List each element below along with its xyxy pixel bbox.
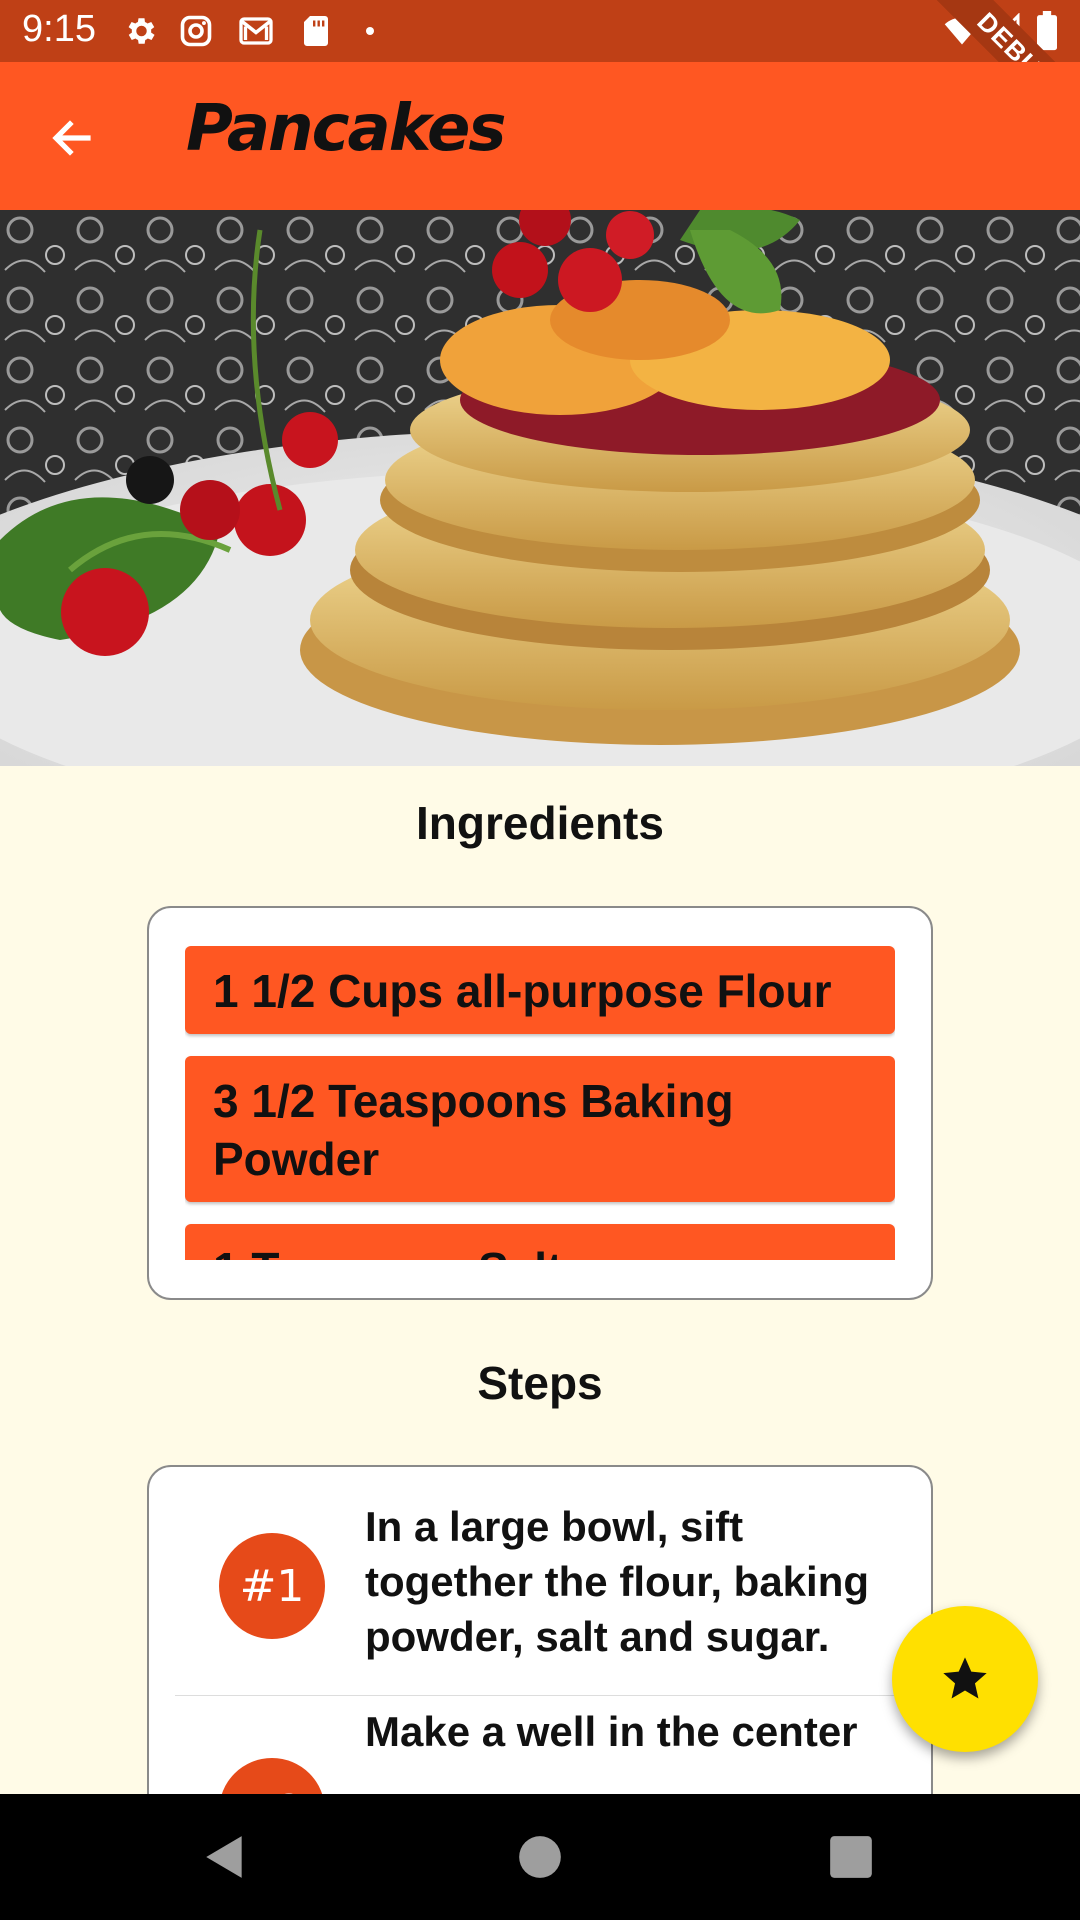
status-bar: 9:15 DEBUG bbox=[0, 0, 1080, 155]
gear-icon bbox=[128, 18, 155, 44]
recents-square-icon[interactable] bbox=[826, 1832, 876, 1882]
ingredient-item: 1 Teaspoon Salt bbox=[185, 1224, 895, 1260]
steps-title: Steps bbox=[477, 1357, 603, 1409]
ingredient-item: 3 1/2 Teaspoons Baking Powder bbox=[185, 1056, 895, 1202]
step-text: In a large bowl, sift together the flour… bbox=[365, 1503, 870, 1660]
ingredient-item: 1 1/2 Cups all-purpose Flour bbox=[185, 946, 895, 1034]
ingredients-card: 1 1/2 Cups all-purpose Flour 3 1/2 Teasp… bbox=[147, 906, 933, 1300]
instagram-icon bbox=[180, 15, 212, 47]
pancakes-photo bbox=[0, 210, 1080, 766]
home-circle-icon[interactable] bbox=[515, 1832, 565, 1882]
sd-card-icon bbox=[304, 16, 328, 46]
ingredients-title: Ingredients bbox=[416, 797, 664, 849]
status-time: 9:15 bbox=[22, 8, 96, 50]
page-title: Pancakes bbox=[186, 92, 506, 166]
dot-icon bbox=[366, 27, 374, 35]
arrow-left-icon bbox=[52, 120, 91, 156]
navigation-bar bbox=[0, 1794, 1080, 1920]
favorite-button[interactable] bbox=[892, 1606, 1038, 1752]
step-row[interactable]: #1 In a large bowl, sift together the fl… bbox=[175, 1467, 905, 1696]
star-icon bbox=[943, 1657, 987, 1699]
step-number-badge: #1 bbox=[219, 1533, 325, 1639]
gmail-icon bbox=[239, 17, 273, 45]
back-button[interactable] bbox=[40, 106, 104, 170]
step-text: Make a well in the center bbox=[365, 1708, 858, 1755]
recipe-image bbox=[0, 210, 1080, 766]
app-bar: Pancakes bbox=[0, 62, 1080, 210]
ingredients-list[interactable]: 1 1/2 Cups all-purpose Flour 3 1/2 Teasp… bbox=[185, 946, 895, 1260]
back-triangle-icon[interactable] bbox=[200, 1832, 250, 1882]
